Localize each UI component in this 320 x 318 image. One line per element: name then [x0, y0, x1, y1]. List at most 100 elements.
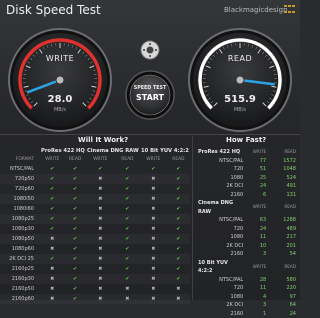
- cross-icon: ✖: [86, 214, 115, 224]
- sub-header: READ: [266, 259, 296, 276]
- brand-name: Blackmagicdesign: [224, 6, 288, 14]
- format-label: 720: [196, 165, 249, 174]
- read-fps: 24: [266, 310, 296, 318]
- write-fps: 10: [249, 242, 266, 251]
- table-row: 720511048: [196, 165, 296, 174]
- check-icon: ✔: [167, 254, 190, 264]
- check-icon: ✔: [167, 204, 190, 214]
- read-gauge: [189, 29, 291, 131]
- format-label: 720p60: [0, 184, 40, 194]
- cross-icon: ✖: [40, 294, 65, 304]
- check-icon: ✔: [65, 294, 86, 304]
- check-icon: ✔: [115, 214, 140, 224]
- cross-icon: ✖: [86, 204, 115, 214]
- panel-divider: [192, 136, 193, 300]
- table-row: 1080p30✔✔✖✔✖✔: [0, 224, 190, 234]
- format-label: 720p50: [0, 174, 40, 184]
- read-fps: 131: [266, 191, 296, 200]
- start-button-caption[interactable]: SPEED TEST: [128, 86, 172, 91]
- gauges-svg: [0, 22, 300, 134]
- read-fps: 54: [266, 250, 296, 259]
- cross-icon: ✖: [86, 254, 115, 264]
- sub-header: WRITE: [249, 199, 266, 216]
- group-header: 10 Bit YUV 4:2:2: [140, 146, 190, 156]
- check-icon: ✔: [40, 174, 65, 184]
- check-icon: ✔: [167, 174, 190, 184]
- write-fps: 24: [249, 182, 266, 191]
- format-label: 2K DCI: [196, 242, 249, 251]
- table-row: 108025524: [196, 174, 296, 183]
- check-icon: ✔: [115, 184, 140, 194]
- will-it-work-title: Will It Work?: [78, 136, 128, 144]
- write-fps: 24: [249, 225, 266, 234]
- group-header: ProRes 422 HQ: [40, 146, 86, 156]
- group-header: Cinema DNG RAW: [86, 146, 140, 156]
- cross-icon: ✖: [86, 194, 115, 204]
- cross-icon: ✖: [167, 284, 190, 294]
- check-icon: ✔: [65, 244, 86, 254]
- sub-header: WRITE: [249, 259, 266, 276]
- cross-icon: ✖: [86, 224, 115, 234]
- cross-icon: ✖: [86, 244, 115, 254]
- check-icon: ✔: [65, 264, 86, 274]
- app-title: Disk Speed Test: [6, 3, 101, 17]
- format-label: 2K DCI: [196, 301, 249, 310]
- check-icon: ✔: [40, 194, 65, 204]
- cross-icon: ✖: [140, 204, 167, 214]
- format-label: 2160p60: [0, 294, 40, 304]
- check-icon: ✔: [86, 164, 115, 174]
- table-row: 72011220: [196, 284, 296, 293]
- check-icon: ✔: [40, 184, 65, 194]
- cross-icon: ✖: [40, 284, 65, 294]
- check-icon: ✔: [115, 274, 140, 284]
- format-label: 1080i50: [0, 194, 40, 204]
- format-label: 2160: [196, 250, 249, 259]
- sub-header: READ: [266, 199, 296, 216]
- format-label: NTSC/PAL: [0, 164, 40, 174]
- check-icon: ✔: [167, 274, 190, 284]
- table-row: 2K DCI24491: [196, 182, 296, 191]
- check-icon: ✔: [167, 244, 190, 254]
- cross-icon: ✖: [140, 234, 167, 244]
- read-fps: 489: [266, 225, 296, 234]
- format-label: 1080p30: [0, 224, 40, 234]
- sub-header: READ: [115, 156, 140, 164]
- cross-icon: ✖: [140, 224, 167, 234]
- table-row: 2160p25✖✔✖✔✖✔: [0, 264, 190, 274]
- section-divider: [0, 134, 300, 135]
- cross-icon: ✖: [140, 274, 167, 284]
- read-fps: 491: [266, 182, 296, 191]
- table-row: 1080p60✖✔✖✔✖✔: [0, 244, 190, 254]
- format-label: 2160: [196, 191, 249, 200]
- cross-icon: ✖: [115, 284, 140, 294]
- check-icon: ✔: [40, 214, 65, 224]
- format-label: NTSC/PAL: [196, 216, 249, 225]
- title-bar: Disk Speed Test Blackmagicdesign: [0, 0, 300, 22]
- read-value: 515.9: [210, 94, 270, 105]
- cross-icon: ✖: [40, 234, 65, 244]
- check-icon: ✔: [65, 204, 86, 214]
- section-header: 10 Bit YUV 4:2:2WRITEREAD: [196, 259, 296, 276]
- format-label: 2160p50: [0, 284, 40, 294]
- cross-icon: ✖: [86, 234, 115, 244]
- table-row: 72024489: [196, 225, 296, 234]
- check-icon: ✔: [65, 274, 86, 284]
- format-label: 2K DCI 25: [0, 254, 40, 264]
- how-fast-table: ProRes 422 HQWRITEREADNTSC/PAL7715727205…: [196, 148, 296, 318]
- cross-icon: ✖: [86, 264, 115, 274]
- write-fps: 25: [249, 174, 266, 183]
- write-fps: 28: [249, 276, 266, 285]
- sub-header: READ: [167, 156, 190, 164]
- check-icon: ✔: [167, 194, 190, 204]
- settings-gear-icon[interactable]: [141, 41, 159, 59]
- start-button[interactable]: START: [128, 93, 172, 102]
- table-row: NTSC/PAL631288: [196, 216, 296, 225]
- check-icon: ✔: [40, 254, 65, 264]
- write-label: WRITE: [35, 54, 85, 63]
- format-label: 1080: [196, 174, 249, 183]
- check-icon: ✔: [115, 174, 140, 184]
- check-icon: ✔: [65, 214, 86, 224]
- section-name: Cinema DNG RAW: [196, 199, 249, 216]
- write-fps: 3: [249, 250, 266, 259]
- check-icon: ✔: [65, 284, 86, 294]
